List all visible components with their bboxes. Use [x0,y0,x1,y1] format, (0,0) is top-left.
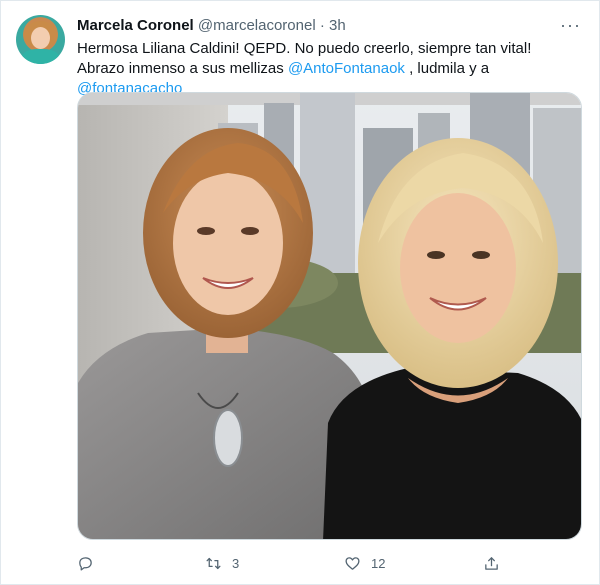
share-button[interactable] [483,552,500,574]
avatar-face [31,27,50,49]
share-icon [485,556,498,570]
avatar-shirt [22,49,59,64]
more-options-button[interactable]: ··· [560,15,581,35]
reply-icon [79,556,92,571]
retweet-button[interactable]: 3 [205,552,239,574]
tweet-photo[interactable] [77,92,582,540]
retweet-icon [206,557,221,569]
mention-link[interactable]: @AntoFontanaok [288,60,405,77]
avatar[interactable] [16,15,65,64]
like-icon [345,556,360,570]
like-button[interactable]: 12 [344,552,385,574]
photo-image [78,93,581,539]
author-name[interactable]: Marcela Coronel [77,17,194,34]
tweet-actions: 3 12 [77,552,507,574]
tweet-text-part: , ludmila y a [404,60,490,77]
retweet-count: 3 [232,555,240,571]
reply-button[interactable] [77,552,104,574]
tweet-header: Marcela Coronel @marcelacoronel · 3h [77,16,569,36]
tweet-card[interactable]: Marcela Coronel @marcelacoronel · 3h ···… [0,0,600,585]
tweet-time[interactable]: 3h [329,17,346,34]
separator-dot: · [319,17,325,34]
tweet-text: Hermosa Liliana Caldini! QEPD. No puedo … [77,39,582,99]
like-count: 12 [371,555,386,571]
author-handle[interactable]: @marcelacoronel [198,17,316,34]
